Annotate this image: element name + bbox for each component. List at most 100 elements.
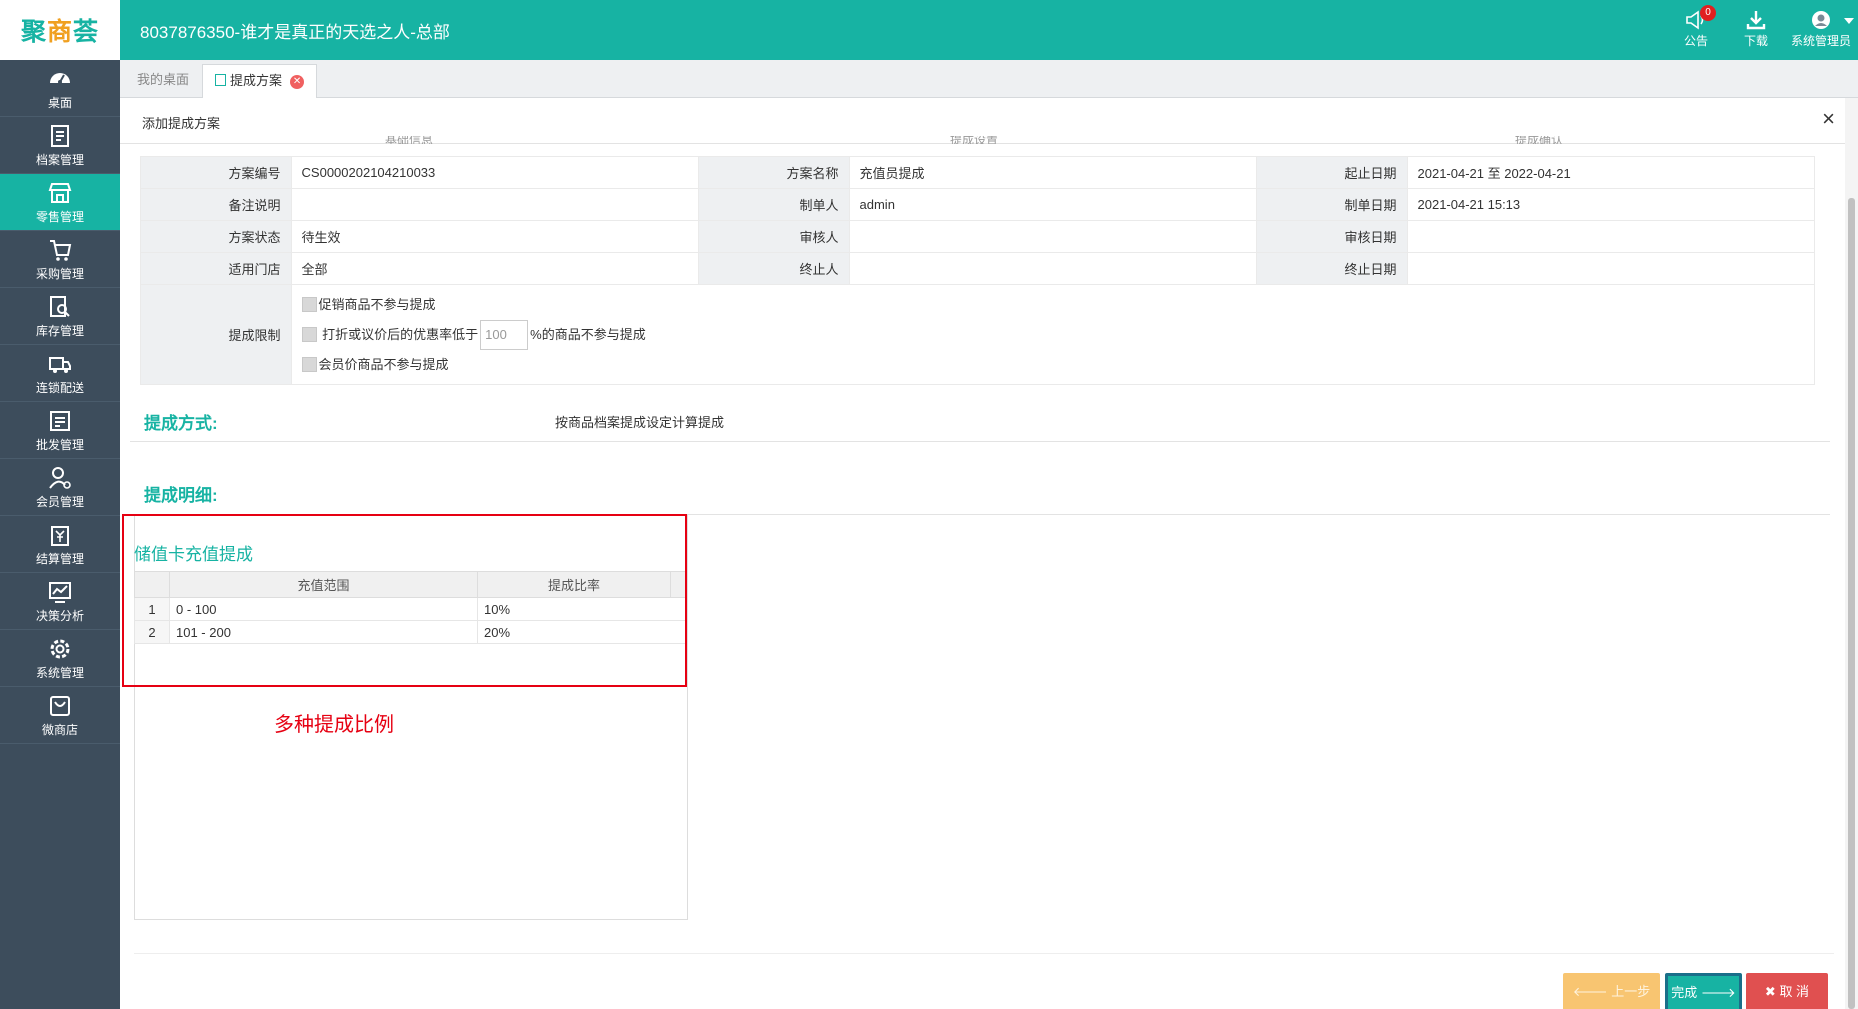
audit-date-label: 审核日期: [1255, 220, 1408, 253]
discount-checkbox[interactable]: [301, 326, 317, 342]
member-icon: [49, 467, 71, 489]
sidebar-item-label: 批发管理: [35, 438, 84, 452]
step-commission-confirm: 提成确认: [1515, 136, 1564, 144]
status-label: 方案状态: [140, 220, 292, 253]
plan-info-table: 方案编号 CS0000202104210033 方案名称 充值员提成 起止日期 …: [140, 156, 1816, 385]
promo-checkbox-label: 促销商品不参与提成: [318, 296, 436, 312]
sidebar-item-label: 微商店: [41, 723, 78, 737]
sidebar-item-purchase[interactable]: 采购管理: [0, 231, 120, 288]
vertical-scrollbar[interactable]: [1845, 98, 1858, 1009]
sidebar-item-system[interactable]: 系统管理: [0, 630, 120, 687]
sidebar-item-label: 库存管理: [35, 324, 84, 338]
scrollbar-thumb[interactable]: [1848, 198, 1855, 1009]
limit-option-promo[interactable]: 促销商品不参与提成: [301, 291, 1804, 319]
plan-name-label: 方案名称: [697, 156, 850, 189]
sidebar-item-analysis[interactable]: 决策分析: [0, 573, 120, 630]
settlement-icon: [51, 526, 69, 546]
create-date-value: 2021-04-21 15:13: [1406, 188, 1815, 221]
sidebar-item-label: 桌面: [47, 96, 72, 110]
close-icon[interactable]: ×: [1822, 106, 1835, 132]
arrow-left-icon: 🡐: [1572, 984, 1612, 999]
tab-desktop-label: 我的桌面: [137, 72, 190, 87]
sidebar-item-label: 零售管理: [35, 210, 84, 224]
close-icon[interactable]: ✕: [290, 75, 305, 89]
prev-step-label: 上一步: [1611, 984, 1651, 999]
sidebar-item-label: 系统管理: [35, 666, 84, 680]
cancel-label: 取 消: [1779, 984, 1810, 999]
prev-step-button[interactable]: 🡐 上一步: [1563, 973, 1660, 1009]
user-menu[interactable]: 系统管理员: [1784, 8, 1858, 54]
finish-label: 完成: [1671, 985, 1698, 1000]
table-row: 方案状态 待生效 审核人 审核日期: [140, 220, 1815, 253]
period-label: 起止日期: [1255, 156, 1408, 189]
dashboard-icon: [50, 73, 70, 84]
plan-no-value: CS0000202104210033: [290, 156, 699, 189]
plan-no-label: 方案编号: [140, 156, 292, 189]
inventory-icon: [50, 296, 70, 317]
auditor-value: [848, 220, 1257, 253]
end-date-label: 终止日期: [1255, 252, 1408, 285]
sidebar-item-label: 采购管理: [35, 267, 84, 281]
store-icon: [48, 183, 72, 203]
logo: 聚商荟: [0, 0, 120, 60]
chevron-down-icon: [1844, 18, 1854, 24]
sidebar-item-member[interactable]: 会员管理: [0, 459, 120, 516]
sidebar-item-desktop[interactable]: 桌面: [0, 60, 120, 117]
limit-option-discount[interactable]: 打折或议价后的优惠率低于 100 %的商品不参与提成: [301, 319, 1804, 351]
sidebar-item-label: 连锁配送: [35, 381, 84, 395]
sidebar-item-settlement[interactable]: 结算管理: [0, 516, 120, 573]
document-icon: [215, 74, 226, 86]
highlight-frame: [122, 514, 687, 687]
sidebar-item-microshop[interactable]: 微商店: [0, 687, 120, 744]
sidebar-item-retail[interactable]: 零售管理: [0, 174, 120, 231]
sidebar-item-label: 决策分析: [35, 609, 84, 623]
close-icon: ✖: [1764, 984, 1780, 999]
cancel-button[interactable]: ✖ 取 消: [1746, 973, 1828, 1009]
end-date-value: [1406, 252, 1815, 285]
table-row: 备注说明 制单人 admin 制单日期 2021-04-21 15:13: [140, 188, 1815, 221]
sidebar-item-inventory[interactable]: 库存管理: [0, 288, 120, 345]
annotation-text: 多种提成比例: [274, 714, 394, 736]
discount-rate-input[interactable]: 100: [480, 320, 529, 351]
discount-suffix-label: %的商品不参与提成: [530, 326, 646, 342]
cart-icon: [50, 240, 72, 261]
finish-button[interactable]: 完成 🡒: [1665, 973, 1742, 1009]
method-value: 按商品档案提成设定计算提成: [555, 415, 725, 430]
announcement-label: 公告: [1683, 34, 1708, 48]
remark-value: [290, 188, 699, 221]
panel-title: 添加提成方案: [142, 116, 221, 131]
gear-icon: [50, 639, 70, 659]
remark-label: 备注说明: [140, 188, 292, 221]
stores-value: 全部: [290, 252, 699, 285]
limit-label: 提成限制: [140, 284, 292, 385]
detail-heading: 提成明细:: [144, 486, 218, 505]
tab-desktop[interactable]: 我的桌面: [125, 64, 201, 98]
download-button[interactable]: 下载: [1728, 8, 1784, 54]
table-row: 方案编号 CS0000202104210033 方案名称 充值员提成 起止日期 …: [140, 156, 1815, 189]
sidebar: 桌面 档案管理 零售管理 采购管理 库存管理 连锁配送 批发管理 会员管理 结算…: [0, 60, 120, 1009]
user-label: 系统管理员: [1790, 34, 1851, 48]
tab-commission-plan-label: 提成方案: [230, 73, 283, 88]
announcement-button[interactable]: 0 公告: [1668, 5, 1724, 54]
tab-commission-plan[interactable]: 提成方案 ✕: [202, 64, 318, 98]
sidebar-item-distribution[interactable]: 连锁配送: [0, 345, 120, 402]
table-row: 适用门店 全部 终止人 终止日期: [140, 252, 1815, 285]
step-commission-settings: 提成设置: [950, 136, 999, 144]
status-value: 待生效: [290, 220, 699, 253]
creator-value: admin: [848, 188, 1257, 221]
method-heading: 提成方式:: [144, 414, 218, 433]
creator-label: 制单人: [697, 188, 850, 221]
announcement-badge: 0: [1700, 5, 1716, 21]
download-label: 下载: [1743, 34, 1768, 48]
sidebar-item-wholesale[interactable]: 批发管理: [0, 402, 120, 459]
promo-checkbox[interactable]: [301, 296, 317, 312]
tab-bar: 我的桌面 提成方案 ✕: [120, 60, 1858, 98]
limit-option-member-price[interactable]: 会员价商品不参与提成: [301, 351, 1804, 379]
app-title: 8037876350-谁才是真正的天选之人-总部: [140, 23, 450, 42]
discount-checkbox-label: 打折或议价后的优惠率低于: [322, 326, 479, 342]
chart-icon: [49, 582, 71, 603]
member-price-checkbox[interactable]: [301, 356, 317, 372]
sidebar-item-archive[interactable]: 档案管理: [0, 117, 120, 174]
terminator-value: [848, 252, 1257, 285]
terminator-label: 终止人: [697, 252, 850, 285]
